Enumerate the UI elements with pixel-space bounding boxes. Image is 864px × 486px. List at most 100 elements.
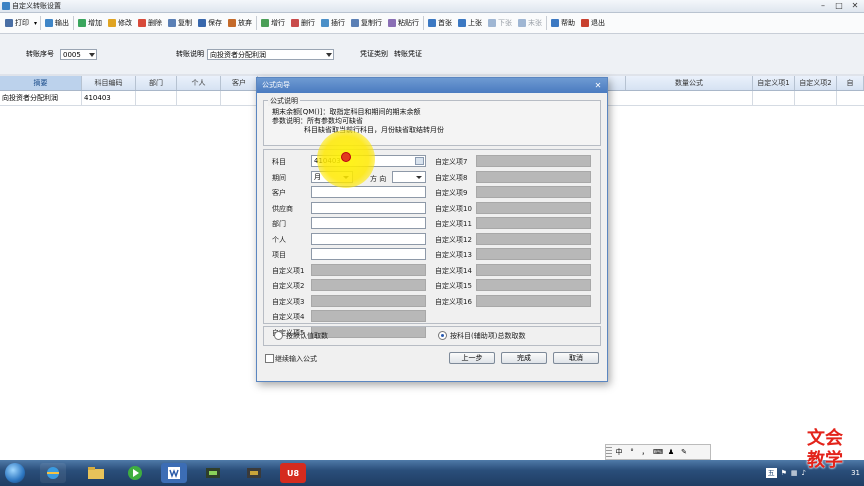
toolbar-copy-row-button[interactable]: 复制行: [348, 15, 385, 31]
prev-step-button[interactable]: 上一步: [449, 352, 495, 364]
chevron-down-icon[interactable]: ▾: [34, 20, 37, 27]
ime-item[interactable]: ⌨: [652, 448, 664, 456]
toolbar-paste-row-button[interactable]: 粘贴行: [385, 15, 422, 31]
cell-qty-formula[interactable]: [626, 91, 753, 105]
toolbar-copy-button[interactable]: 复制: [165, 15, 195, 31]
toolbar-add-row-button[interactable]: 增行: [258, 15, 288, 31]
cell-code[interactable]: 410403: [82, 91, 136, 105]
field-label: 自定义项1: [272, 266, 305, 275]
field-label: 自定义项3: [272, 297, 305, 306]
toolbar-prev-button[interactable]: 上张: [455, 15, 485, 31]
reference-lookup-icon[interactable]: [415, 157, 424, 165]
toolbar-label: 粘贴行: [398, 19, 420, 27]
copy-row-icon: [351, 19, 360, 27]
field-label: 自定义项10: [435, 204, 472, 213]
radio-subject-total[interactable]: [438, 331, 447, 340]
continue-checkbox[interactable]: [265, 354, 274, 363]
grip-icon[interactable]: [606, 447, 612, 457]
field-input[interactable]: [311, 248, 426, 260]
ime-item[interactable]: ✎: [678, 448, 690, 456]
toolbar-next-button[interactable]: 下张: [485, 15, 515, 31]
toolbar-save-button[interactable]: 保存: [195, 15, 225, 31]
delete-row-icon: [291, 19, 300, 27]
col-custom1[interactable]: 自定义项1: [753, 76, 795, 90]
toolbar-print-button[interactable]: 打印: [2, 15, 32, 31]
toolbar-add-button[interactable]: 增加: [75, 15, 105, 31]
flag-icon[interactable]: ⚑: [781, 469, 787, 477]
toolbar-first-button[interactable]: 首张: [425, 15, 455, 31]
field-input[interactable]: [311, 201, 426, 214]
ime-item[interactable]: °: [626, 448, 638, 456]
ime-item[interactable]: ♟: [665, 448, 677, 456]
app-icon: [2, 2, 10, 10]
finish-button[interactable]: 完成: [501, 352, 547, 364]
col-code[interactable]: 科目编码: [82, 76, 136, 90]
start-button[interactable]: [5, 463, 25, 483]
toolbar-label: 放弃: [238, 19, 253, 27]
col-person[interactable]: 个人: [177, 76, 221, 90]
field-input[interactable]: [311, 186, 426, 198]
cell-customer[interactable]: [221, 91, 258, 105]
toolbar-separator: [423, 16, 425, 30]
add-row-icon: [261, 19, 270, 27]
toolbar-last-button[interactable]: 末张: [515, 15, 545, 31]
disabled-field: [476, 170, 591, 183]
col-qty-formula[interactable]: 数量公式: [626, 76, 753, 90]
save-icon: [198, 19, 207, 27]
col-custom2[interactable]: 自定义项2: [795, 76, 837, 90]
direction-select[interactable]: [392, 170, 426, 183]
toolbar-insert-row-button[interactable]: 插行: [318, 15, 348, 31]
cell-custom2[interactable]: [795, 91, 837, 105]
watermark-line-2: 教学: [807, 450, 843, 471]
app-icon[interactable]: [241, 463, 267, 483]
field-label: 自定义项14: [435, 266, 472, 275]
toolbar-help-button[interactable]: 帮助: [548, 15, 578, 31]
close-button[interactable]: ✕: [848, 0, 862, 11]
seq-select[interactable]: 0005: [60, 49, 97, 60]
toolbar-delete-button[interactable]: 删除: [135, 15, 165, 31]
col-custom3[interactable]: 自: [837, 76, 864, 90]
ie-icon[interactable]: [40, 463, 66, 483]
first-icon: [428, 19, 437, 27]
dialog-close-button[interactable]: ✕: [593, 81, 603, 90]
maximize-button[interactable]: □: [832, 0, 846, 11]
word-icon[interactable]: [161, 463, 187, 483]
toolbar-exit-button[interactable]: 退出: [578, 15, 608, 31]
ime-item[interactable]: 中: [613, 447, 625, 457]
col-summary[interactable]: 摘要: [0, 76, 82, 90]
media-icon[interactable]: [122, 463, 148, 483]
copy-icon: [168, 19, 177, 27]
taskbar: U8 五 ⚑ ▦ ♪ 31: [0, 460, 864, 486]
toolbar-separator: [40, 16, 42, 30]
cell-summary[interactable]: 向投资者分配利润: [0, 91, 82, 105]
add-icon: [78, 19, 87, 27]
tool-icon[interactable]: [200, 463, 226, 483]
help-legend: 公式说明: [268, 96, 300, 106]
next-icon: [488, 19, 497, 27]
cancel-button[interactable]: 取消: [553, 352, 599, 364]
col-dept[interactable]: 部门: [136, 76, 177, 90]
toolbar-cancel-button[interactable]: 放弃: [225, 15, 255, 31]
col-customer[interactable]: 客户: [221, 76, 258, 90]
toolbar-label: 打印: [15, 19, 29, 27]
field-input[interactable]: [311, 217, 426, 229]
cell-person[interactable]: [177, 91, 221, 105]
field-input[interactable]: [311, 232, 426, 245]
help-line-3: 科目缺省取当前行科目，月份缺省取结转月份: [304, 126, 444, 134]
ime-item[interactable]: ，: [639, 447, 651, 457]
toolbar-delete-row-button[interactable]: 删行: [288, 15, 318, 31]
field-label: 自定义项12: [435, 235, 472, 244]
cell-dept[interactable]: [136, 91, 177, 105]
toolbar-export-button[interactable]: 输出: [42, 15, 72, 31]
radio-default[interactable]: [274, 331, 283, 340]
desc-select[interactable]: 向投资者分配利润: [207, 49, 334, 60]
cell-custom1[interactable]: [753, 91, 795, 105]
formula-fields: 科目 期间 客户 供应商 部门 个人 项目 自定义项1 自定义项2 自定义项3 自定义项4 自定义项5…: [263, 149, 601, 338]
toolbar-edit-button[interactable]: 修改: [105, 15, 135, 31]
ime-indicator[interactable]: 五: [765, 468, 777, 478]
folder-icon[interactable]: [83, 463, 109, 483]
last-icon: [518, 19, 527, 27]
minimize-button[interactable]: –: [816, 0, 830, 11]
col-blank[interactable]: [606, 76, 626, 90]
u8-icon[interactable]: U8: [280, 463, 306, 483]
